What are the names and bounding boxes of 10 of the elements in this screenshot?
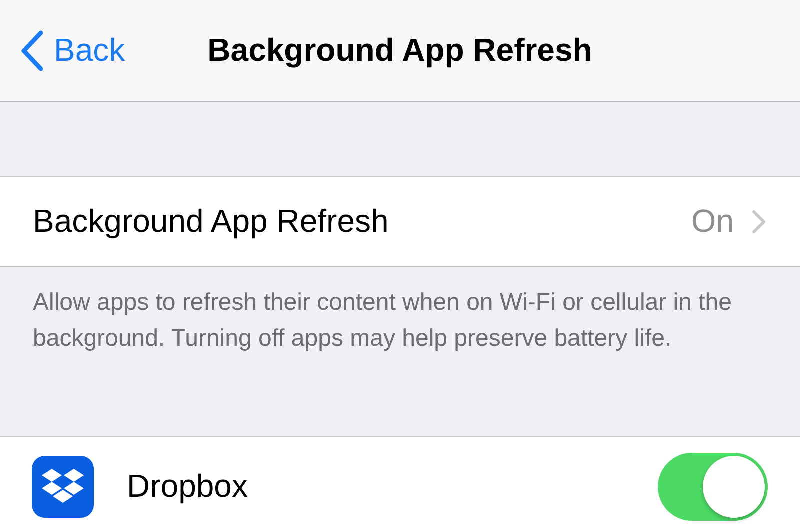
chevron-right-icon [752, 210, 766, 234]
row-value: On [691, 203, 734, 240]
app-name: Dropbox [127, 468, 249, 505]
settings-row[interactable]: Background App Refresh On [0, 176, 800, 267]
chevron-left-icon [20, 30, 44, 72]
back-button[interactable]: Back [0, 28, 132, 72]
app-icon [32, 456, 94, 518]
row-label: Background App Refresh [33, 203, 390, 240]
page-title: Background App Refresh [208, 32, 592, 69]
footer-note: Allow apps to refresh their content when on Wi-Fi or cellular in the background. Turning off apps may help preserve battery life. [32, 288, 733, 354]
